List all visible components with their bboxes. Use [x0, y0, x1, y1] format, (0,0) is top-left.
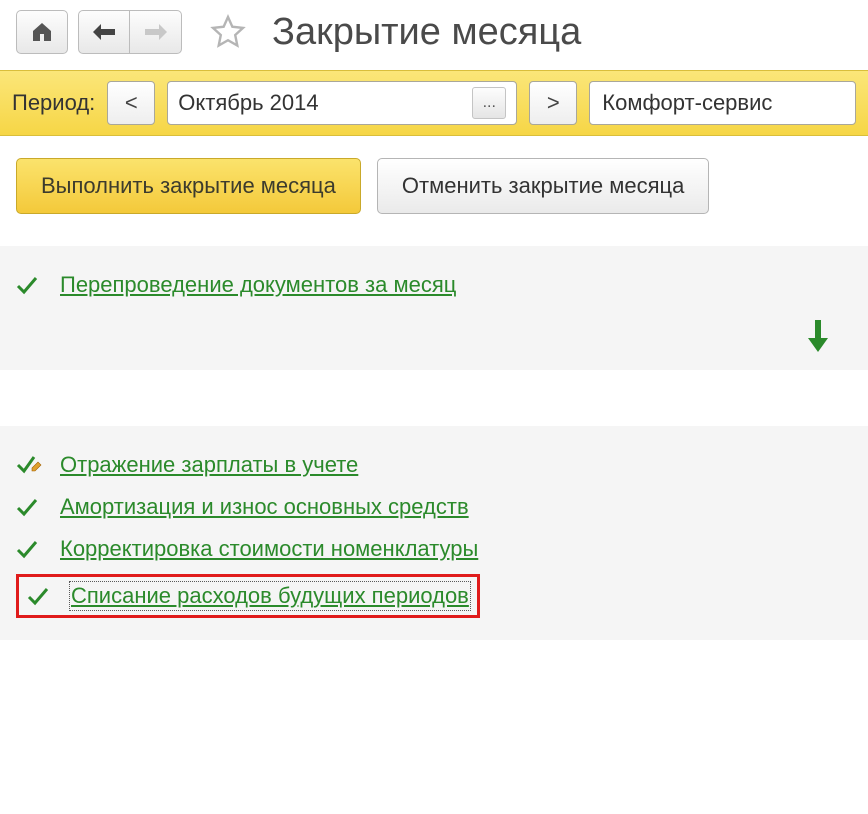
- operation-link-writeoff[interactable]: Списание расходов будущих периодов: [71, 583, 469, 609]
- period-picker-button[interactable]: ...: [472, 87, 506, 119]
- action-row: Выполнить закрытие месяца Отменить закры…: [0, 136, 868, 224]
- period-next-button[interactable]: >: [529, 81, 577, 125]
- operation-row: Корректировка стоимости номенклатуры: [16, 528, 852, 570]
- period-value: Октябрь 2014: [178, 90, 472, 116]
- page-title: Закрытие месяца: [272, 11, 581, 54]
- check-edit-icon: [16, 453, 44, 477]
- check-icon: [16, 537, 44, 561]
- back-button[interactable]: [78, 10, 130, 54]
- operation-link-depreciation[interactable]: Амортизация и износ основных средств: [60, 494, 469, 520]
- period-field[interactable]: Октябрь 2014 ...: [167, 81, 517, 125]
- flow-arrow-row: [16, 306, 852, 352]
- check-icon: [27, 584, 55, 608]
- nav-group: [78, 10, 182, 54]
- operation-link-repost[interactable]: Перепроведение документов за месяц: [60, 272, 456, 298]
- toolbar: Закрытие месяца: [0, 0, 868, 64]
- highlighted-operation: Списание расходов будущих периодов: [16, 574, 480, 618]
- home-button[interactable]: [16, 10, 68, 54]
- period-bar: Период: < Октябрь 2014 ... > Комфорт-сер…: [0, 70, 868, 136]
- operations-block-2: Отражение зарплаты в учете Амортизация и…: [0, 426, 868, 640]
- home-icon: [30, 20, 54, 44]
- operation-link-cost-adjustment[interactable]: Корректировка стоимости номенклатуры: [60, 536, 478, 562]
- cancel-close-month-button[interactable]: Отменить закрытие месяца: [377, 158, 709, 214]
- operation-row: Отражение зарплаты в учете: [16, 444, 852, 486]
- star-icon: [210, 14, 246, 50]
- execute-close-month-button[interactable]: Выполнить закрытие месяца: [16, 158, 361, 214]
- period-prev-button[interactable]: <: [107, 81, 155, 125]
- operation-link-salary[interactable]: Отражение зарплаты в учете: [60, 452, 358, 478]
- arrow-left-icon: [91, 22, 117, 42]
- check-icon: [16, 495, 44, 519]
- operation-row: Амортизация и износ основных средств: [16, 486, 852, 528]
- arrow-right-icon: [143, 22, 169, 42]
- operation-row: Перепроведение документов за месяц: [16, 264, 852, 306]
- favorite-button[interactable]: [206, 10, 250, 54]
- operations-block-1: Перепроведение документов за месяц: [0, 246, 868, 370]
- organization-value: Комфорт-сервис: [602, 90, 772, 116]
- organization-field[interactable]: Комфорт-сервис: [589, 81, 856, 125]
- period-label: Период:: [12, 90, 95, 116]
- arrow-down-icon: [808, 320, 828, 352]
- forward-button[interactable]: [130, 10, 182, 54]
- check-icon: [16, 273, 44, 297]
